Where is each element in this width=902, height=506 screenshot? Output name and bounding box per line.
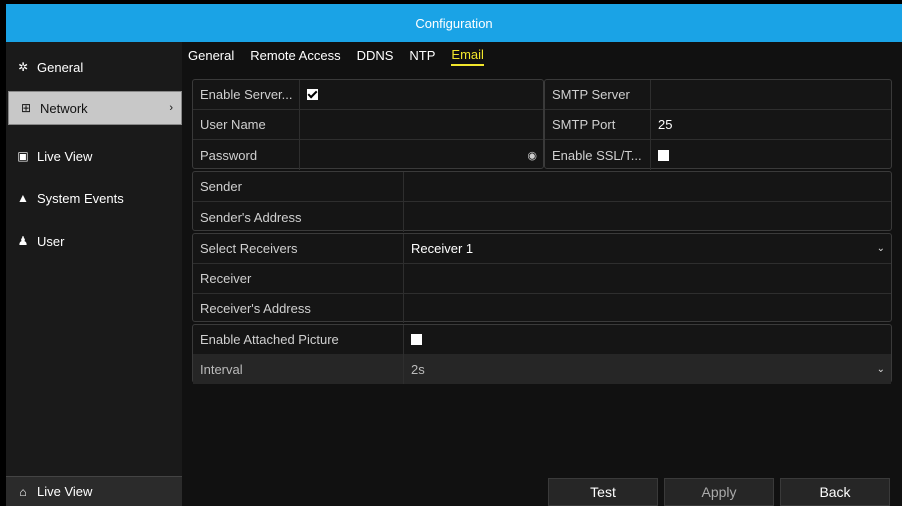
smtp-server-input[interactable] [651, 80, 891, 109]
sidebar-item-label: General [37, 59, 84, 75]
sender-address-label: Sender's Address [193, 202, 404, 232]
sender-row: Sender [193, 172, 891, 202]
password-input[interactable]: ◉ [300, 140, 543, 170]
ssl-row: Enable SSL/T... [545, 140, 891, 170]
ssl-label: Enable SSL/T... [545, 140, 651, 170]
eye-icon[interactable]: ◉ [527, 149, 537, 162]
receiver-address-row: Receiver's Address [193, 293, 891, 323]
user-name-row: User Name [193, 110, 543, 140]
user-name-input[interactable] [300, 110, 543, 139]
password-row: Password ◉ [193, 140, 543, 170]
smtp-server-row: SMTP Server [545, 80, 891, 110]
select-receivers-value: Receiver 1 [411, 241, 474, 256]
enable-server-value [300, 80, 543, 109]
select-receivers-dropdown[interactable]: Receiver 1 ⌄ [404, 234, 891, 263]
test-button[interactable]: Test [548, 478, 658, 506]
sender-panel: Sender Sender's Address [192, 171, 892, 232]
password-label: Password [193, 140, 300, 170]
sender-input[interactable] [404, 172, 891, 201]
tab-ddns[interactable]: DDNS [357, 48, 394, 65]
smtp-port-input[interactable]: 25 [651, 110, 891, 139]
interval-label: Interval [193, 354, 404, 384]
receiver-label: Receiver [193, 264, 404, 293]
interval-row: Interval 2s ⌄ [193, 354, 891, 384]
smtp-port-row: SMTP Port 25 [545, 110, 891, 140]
network-icon: ⊞ [20, 101, 32, 115]
sidebar-item-label: Network [40, 100, 88, 116]
home-icon: ⌂ [19, 484, 27, 499]
sender-address-input[interactable] [404, 202, 891, 232]
sidebar-item-label: Live View [37, 148, 93, 164]
sender-address-row: Sender's Address [193, 202, 891, 232]
sidebar-item-general[interactable]: ✲ General [6, 50, 182, 84]
chevron-down-icon: ⌄ [876, 363, 885, 375]
ssl-checkbox[interactable] [658, 149, 669, 161]
interval-dropdown[interactable]: 2s ⌄ [404, 354, 891, 384]
warning-icon: ▲ [17, 191, 29, 205]
smtp-port-label: SMTP Port [545, 110, 651, 139]
receiver-address-input[interactable] [404, 293, 891, 323]
enable-server-row: Enable Server... [193, 80, 543, 110]
receiver-panel: Select Receivers Receiver 1 ⌄ Receiver R… [192, 233, 892, 323]
sidebar: ✲ General ⊞ Network › ▣ Live View ▲ Syst… [6, 42, 182, 506]
receiver-input[interactable] [404, 264, 891, 293]
sidebar-item-network[interactable]: ⊞ Network › [8, 91, 182, 125]
back-button[interactable]: Back [780, 478, 890, 506]
smtp-server-label: SMTP Server [545, 80, 651, 109]
attach-picture-checkbox[interactable] [411, 334, 422, 345]
sidebar-item-live-view[interactable]: ▣ Live View [6, 139, 182, 173]
sidebar-item-label: System Events [37, 190, 124, 206]
sidebar-item-system-events[interactable]: ▲ System Events [6, 181, 182, 215]
enable-server-checkbox[interactable] [307, 89, 318, 100]
window-title: Configuration [415, 15, 493, 31]
tab-remote-access[interactable]: Remote Access [250, 48, 340, 65]
window-title-bar: Configuration [6, 4, 902, 42]
attach-picture-label: Enable Attached Picture [193, 325, 404, 354]
sender-label: Sender [193, 172, 404, 201]
live-view-button[interactable]: ⌂ Live View [6, 476, 182, 506]
server-panel-left: Enable Server... User Name Password ◉ [192, 79, 544, 170]
attach-picture-row: Enable Attached Picture [193, 325, 891, 355]
camera-icon: ▣ [17, 149, 29, 163]
main-content: General Remote Access DDNS NTP Email Ena… [182, 42, 902, 506]
tab-general[interactable]: General [188, 48, 234, 65]
ssl-value [651, 140, 891, 170]
enable-server-label: Enable Server... [193, 80, 300, 109]
select-receivers-label: Select Receivers [193, 234, 404, 263]
tab-email[interactable]: Email [451, 47, 484, 66]
apply-button[interactable]: Apply [664, 478, 774, 506]
live-view-label: Live View [37, 484, 93, 499]
picture-panel: Enable Attached Picture Interval 2s ⌄ [192, 324, 892, 384]
sidebar-item-label: User [37, 233, 65, 249]
server-panel-right: SMTP Server SMTP Port 25 Enable SSL/T... [544, 79, 892, 170]
users-icon: ♟ [17, 234, 29, 248]
sidebar-item-user[interactable]: ♟ User [6, 224, 182, 258]
select-receivers-row: Select Receivers Receiver 1 ⌄ [193, 234, 891, 264]
chevron-right-icon: › [169, 102, 173, 114]
chevron-down-icon: ⌄ [876, 243, 885, 254]
attach-picture-value [404, 325, 891, 354]
user-name-label: User Name [193, 110, 300, 139]
receiver-address-label: Receiver's Address [193, 293, 404, 323]
interval-value: 2s [411, 361, 425, 377]
gear-icon: ✲ [17, 60, 29, 74]
receiver-row: Receiver [193, 264, 891, 294]
tab-ntp[interactable]: NTP [409, 48, 435, 65]
tab-bar: General Remote Access DDNS NTP Email [182, 42, 902, 70]
